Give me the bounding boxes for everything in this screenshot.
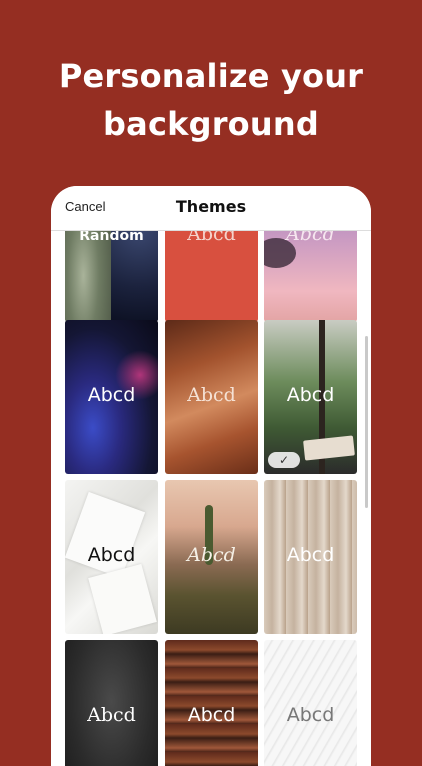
theme-tile-book-pages[interactable]: Abcd <box>264 480 357 634</box>
theme-label: Abcd <box>187 231 236 245</box>
theme-label: Abcd <box>187 384 236 406</box>
theme-tile-pink-sky[interactable]: Abcd <box>264 231 357 322</box>
theme-grid[interactable]: Random Abcd Abcd Abcd Abcd Abcd ✓ Abcd A… <box>51 231 371 766</box>
theme-tile-window-book[interactable]: Abcd ✓ <box>264 320 357 474</box>
theme-label: Abcd <box>286 231 335 245</box>
theme-label: Abcd <box>286 544 335 566</box>
random-left-plant <box>65 231 111 322</box>
scrollbar[interactable] <box>365 336 368 508</box>
random-right-night <box>111 231 158 322</box>
theme-label: Abcd <box>286 384 335 406</box>
theme-tile-galaxy[interactable]: Abcd <box>65 320 158 474</box>
nav-bar: Cancel Themes <box>51 186 371 231</box>
theme-label: Abcd <box>187 704 236 726</box>
open-book <box>303 435 355 461</box>
headline-line-2: background <box>103 105 319 143</box>
theme-tile-coral[interactable]: Abcd <box>165 231 258 322</box>
theme-tile-canyon[interactable]: Abcd <box>165 320 258 474</box>
theme-label: Abcd <box>87 384 136 406</box>
phone-screen: Cancel Themes Random Abcd Abcd Abcd Abcd <box>51 186 371 766</box>
theme-label: Abcd <box>187 544 236 566</box>
headline-line-1: Personalize your <box>58 57 364 95</box>
check-icon: ✓ <box>268 452 300 468</box>
paper-sheet <box>88 563 157 634</box>
theme-tile-paper-stack[interactable]: Abcd <box>65 480 158 634</box>
theme-tile-white-waves[interactable]: Abcd <box>264 640 357 766</box>
promo-headline: Personalize your background <box>0 52 422 148</box>
theme-label: Abcd <box>286 704 335 726</box>
theme-label: Random <box>79 231 144 244</box>
theme-tile-chalkboard[interactable]: Abcd <box>65 640 158 766</box>
theme-label: Abcd <box>87 544 136 566</box>
theme-tile-bookshelf[interactable]: Abcd <box>165 640 258 766</box>
theme-tile-random[interactable]: Random <box>65 231 158 322</box>
theme-label: Abcd <box>87 704 136 726</box>
theme-tile-desert-cactus[interactable]: Abcd <box>165 480 258 634</box>
page-title: Themes <box>175 197 247 216</box>
